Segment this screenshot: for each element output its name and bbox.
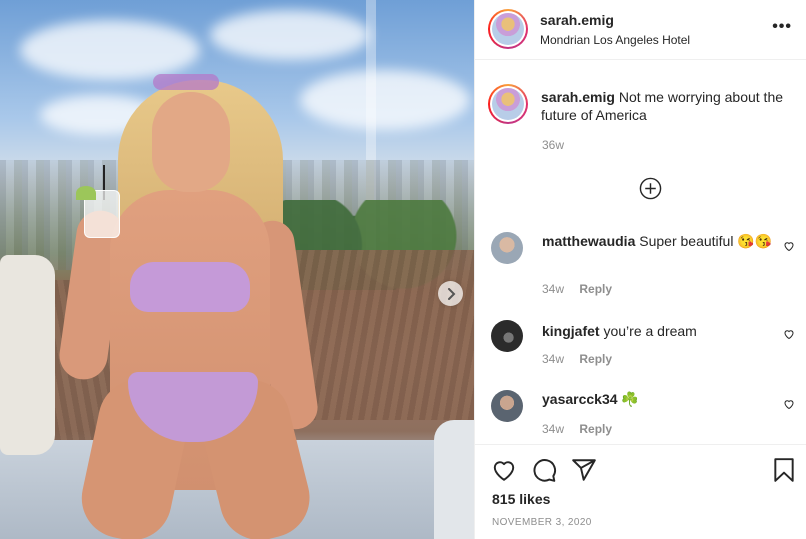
pillow <box>0 255 55 455</box>
comment-text: yasarcck34 ☘️ <box>542 390 774 408</box>
header-username[interactable]: sarah.emig <box>540 12 690 28</box>
caption-timestamp[interactable]: 36w <box>542 138 564 152</box>
comment-username[interactable]: kingjafet <box>542 323 600 339</box>
reply-button[interactable]: Reply <box>579 352 612 366</box>
comment-meta: 34w Reply <box>542 352 612 366</box>
comment-text: matthewaudia Super beautiful 😘😘 <box>542 232 774 250</box>
header-location[interactable]: Mondrian Los Angeles Hotel <box>540 33 690 47</box>
avatar[interactable] <box>491 320 523 352</box>
heart-icon[interactable] <box>783 398 795 410</box>
comment-body: ☘️ <box>621 391 639 407</box>
comment-icon[interactable] <box>531 457 557 483</box>
more-options-icon[interactable]: ••• <box>772 18 792 36</box>
comment-username[interactable]: yasarcck34 <box>542 391 618 407</box>
caption-text: sarah.emig Not me worrying about the fut… <box>541 88 803 124</box>
heart-icon[interactable] <box>491 457 517 483</box>
avatar[interactable] <box>491 232 523 264</box>
heart-icon[interactable] <box>783 240 795 252</box>
share-icon[interactable] <box>571 457 597 483</box>
lime-slice <box>76 186 96 200</box>
comment-text: kingjafet you’re a dream <box>542 322 774 340</box>
heart-icon[interactable] <box>783 328 795 340</box>
cloud <box>20 20 200 80</box>
comment-time[interactable]: 34w <box>542 282 564 296</box>
plus-circle-icon[interactable] <box>639 177 662 200</box>
next-image-button[interactable] <box>438 281 463 306</box>
avatar[interactable] <box>491 390 523 422</box>
comment-time[interactable]: 34w <box>542 352 564 366</box>
sunglasses <box>153 74 219 90</box>
comment-item: matthewaudia Super beautiful 😘😘 34w Repl… <box>491 232 801 302</box>
bookmark-icon[interactable] <box>771 457 797 483</box>
avatar[interactable] <box>488 84 528 124</box>
comment-meta: 34w Reply <box>542 282 612 296</box>
chevron-right-icon <box>447 287 455 300</box>
likes-count[interactable]: 815 likes <box>492 491 550 507</box>
cloud <box>300 70 470 130</box>
post-actions: 815 likes NOVEMBER 3, 2020 <box>475 444 806 539</box>
comment-time[interactable]: 34w <box>542 422 564 436</box>
post-date[interactable]: NOVEMBER 3, 2020 <box>492 517 592 528</box>
reply-button[interactable]: Reply <box>579 422 612 436</box>
avatar[interactable] <box>488 9 528 49</box>
comment-username[interactable]: matthewaudia <box>542 233 635 249</box>
swimsuit-top <box>130 262 250 312</box>
comment-meta: 34w Reply <box>542 422 612 436</box>
post-details-panel: sarah.emig Mondrian Los Angeles Hotel ••… <box>474 0 806 539</box>
pillow <box>434 420 474 539</box>
reply-button[interactable]: Reply <box>579 282 612 296</box>
cloud <box>210 10 370 60</box>
comment-body: you’re a dream <box>603 323 697 339</box>
comment-item: kingjafet you’re a dream 34w Reply <box>491 320 801 370</box>
caption-username[interactable]: sarah.emig <box>541 89 615 105</box>
comment-item: yasarcck34 ☘️ 34w Reply <box>491 390 801 440</box>
header-text: sarah.emig Mondrian Los Angeles Hotel <box>540 12 690 47</box>
post-header: sarah.emig Mondrian Los Angeles Hotel ••… <box>475 0 806 60</box>
comment-body: Super beautiful 😘😘 <box>639 233 773 249</box>
person-face <box>152 92 230 192</box>
post-image[interactable] <box>0 0 474 539</box>
